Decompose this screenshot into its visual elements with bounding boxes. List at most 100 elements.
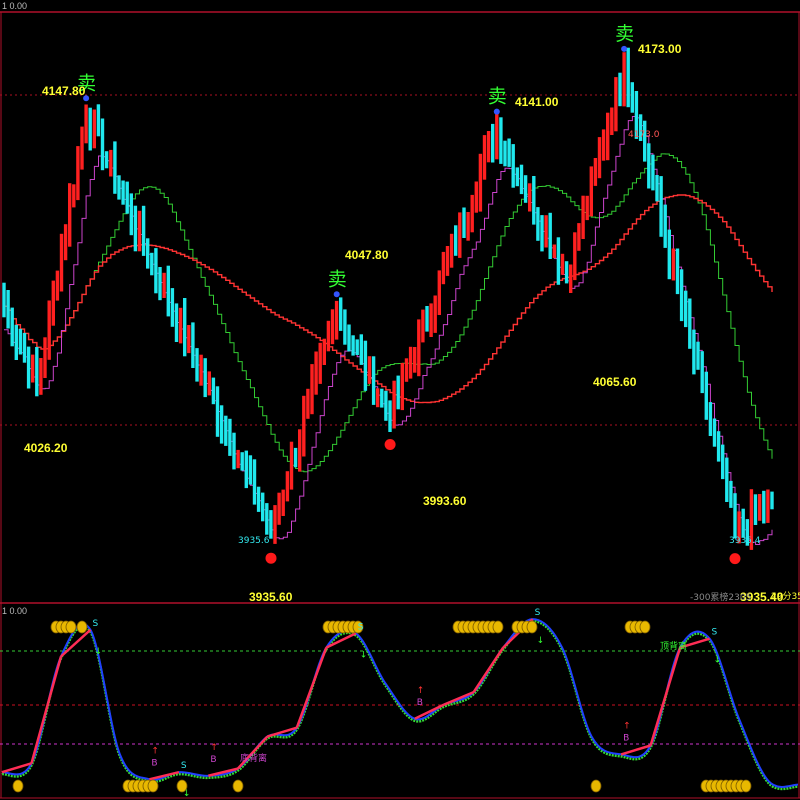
price-bar-down <box>293 447 298 468</box>
sub-panel-header: 1 0.00 <box>2 606 27 616</box>
price-bar-down <box>18 328 23 355</box>
sell-dot <box>621 45 628 52</box>
price-label-4173-00: 4173.00 <box>638 42 682 56</box>
price-bar-down <box>113 141 117 194</box>
price-bar-up <box>31 354 35 383</box>
price-bar-up <box>466 212 470 241</box>
price-bar-up <box>137 210 142 252</box>
price-bar-down <box>716 431 721 462</box>
down-arrow-icon: ↓ <box>183 789 191 799</box>
price-bar-down <box>117 175 121 200</box>
coin-icon <box>639 620 651 634</box>
price-bar-up <box>413 347 417 373</box>
price-bar-down <box>154 248 158 294</box>
price-bar-down <box>655 175 659 202</box>
osc-buy-mark: B <box>210 755 216 765</box>
price-bar-down <box>129 193 133 236</box>
price-bar-down <box>651 154 655 191</box>
price-bar-down <box>10 307 14 347</box>
price-bar-down <box>88 107 92 151</box>
price-bar-down <box>679 269 684 322</box>
sell-dot <box>493 108 500 115</box>
price-bar-up <box>310 364 314 415</box>
price-bar-down <box>384 390 388 421</box>
down-arrow-icon: ↓ <box>714 656 722 666</box>
price-bar-up <box>441 251 446 285</box>
price-bar-up <box>199 354 203 386</box>
osc-sell-mark: S <box>181 761 187 771</box>
up-arrow-icon: ↑ <box>210 743 218 753</box>
chart-canvas: 1 0.00 1 0.00 卖卖卖卖 4147.80 4141.00 4173.… <box>0 1 800 799</box>
price-bar-down <box>618 72 622 107</box>
price-label-4147-80: 4147.80 <box>42 84 86 98</box>
price-bar-up <box>187 325 191 354</box>
price-bar-down <box>733 493 737 539</box>
price-bar-down <box>770 491 774 510</box>
price-bar-down <box>351 335 355 356</box>
price-label-3993-60: 3993.60 <box>423 494 467 508</box>
down-arrow-icon: ↓ <box>537 636 545 646</box>
price-bar-up <box>326 320 331 352</box>
price-bar-up <box>367 356 372 384</box>
price-bar-down <box>203 358 207 398</box>
price-bar-up <box>302 395 306 457</box>
price-bar-up <box>162 272 166 298</box>
low-mark-2: 3935.4 <box>729 536 761 546</box>
buy-signal-dot <box>729 553 741 565</box>
price-bar-up <box>318 342 322 384</box>
price-bar-down <box>712 418 717 447</box>
price-bar-down <box>158 267 162 301</box>
price-bar-down <box>462 207 466 238</box>
price-bar-down <box>454 225 458 256</box>
price-bar-down <box>515 167 519 187</box>
main-gridlines <box>0 94 800 426</box>
price-bar-down <box>688 298 692 349</box>
price-bar-up <box>285 471 290 502</box>
price-label-4065-60: 4065.60 <box>593 375 637 389</box>
coin-icon <box>65 620 77 634</box>
down-arrow-icon: ↓ <box>94 647 102 657</box>
price-bar-down <box>721 444 725 480</box>
price-bar-down <box>503 140 507 167</box>
price-labels: 4147.80 4141.00 4173.00 4047.80 4065.60 … <box>24 42 800 604</box>
price-bar-up <box>445 246 450 276</box>
price-label-4141-00: 4141.00 <box>515 95 559 109</box>
coin-icon <box>590 779 602 793</box>
oscillator-panel: S ↓ B ↑ S ↓ B ↑ S ↓ B ↑ S ↓ B ↑ S ↓ 顶背离 底背离 <box>0 608 800 799</box>
osc-buy-mark: B <box>623 733 629 743</box>
price-bar-up <box>560 253 565 275</box>
price-bar-up <box>486 131 491 163</box>
price-bar-down <box>141 205 146 256</box>
status-text-left: -300累榜2305 <box>690 591 751 603</box>
price-bar-down <box>347 324 351 352</box>
price-bar-up <box>437 270 441 315</box>
price-bar-down <box>388 400 392 432</box>
price-bar-up <box>47 300 51 360</box>
price-bar-down <box>343 309 347 345</box>
price-bar-down <box>371 356 376 405</box>
price-bar-up <box>528 183 532 212</box>
price-bar-up <box>404 358 409 382</box>
price-bar-down <box>100 118 105 171</box>
price-bar-up <box>478 153 483 212</box>
price-bar-up <box>601 129 606 161</box>
price-bar-up <box>408 346 413 379</box>
osc-buy-mark: B <box>417 698 423 708</box>
price-bar-up <box>449 233 454 268</box>
price-bar-up <box>80 126 84 170</box>
low-mark-1: 3935.6 <box>238 536 270 546</box>
price-bar-up <box>474 181 478 213</box>
price-bar-down <box>14 324 18 360</box>
price-bar-down <box>708 402 713 436</box>
coin-icon <box>492 620 504 634</box>
price-bar-down <box>725 457 729 502</box>
price-bar-down <box>26 346 31 389</box>
price-bar-up <box>569 264 573 293</box>
price-bar-up <box>585 195 589 221</box>
price-bar-down <box>170 288 175 327</box>
price-bar-down <box>224 415 228 446</box>
osc-buy-mark: B <box>151 758 157 768</box>
price-bar-up <box>277 492 281 525</box>
price-bar-up <box>178 307 183 344</box>
price-bar-down <box>211 377 216 405</box>
